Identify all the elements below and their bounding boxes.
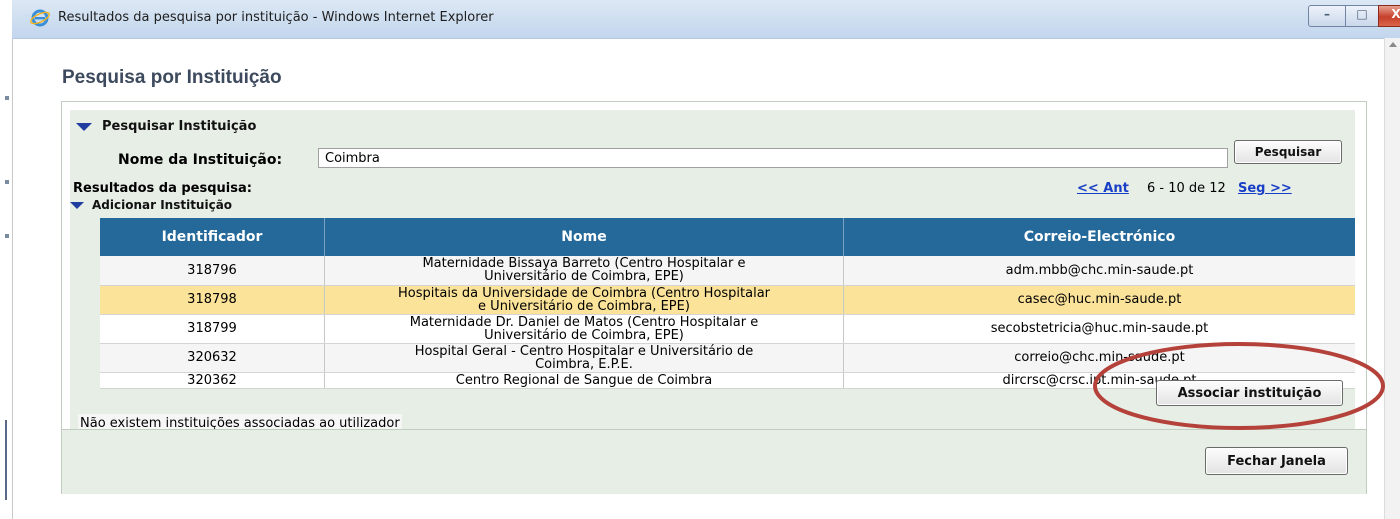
table-row-selected[interactable]: 318798 Hospitais da Universidade de Coim… [100, 285, 1355, 315]
internet-explorer-icon [30, 9, 50, 27]
cell-id: 318796 [100, 256, 325, 286]
cell-email: secobstetricia@huc.min-saude.pt [843, 314, 1355, 344]
table-row[interactable]: 320632 Hospital Geral - Centro Hospitala… [100, 343, 1355, 373]
edge-mark [5, 180, 9, 184]
cell-id: 318799 [100, 314, 325, 344]
cell-nome: Hospital Geral - Centro Hospitalar e Uni… [324, 343, 844, 373]
column-header-email[interactable]: Correio-Electrónico [843, 218, 1355, 256]
vertical-scrollbar[interactable] [1384, 38, 1400, 519]
minimize-button[interactable]: – [1308, 5, 1346, 27]
search-panel-body: Pesquisar Instituição Nome da Instituiçã… [70, 110, 1355, 433]
maximize-button[interactable]: □ [1345, 5, 1379, 27]
cell-nome: Maternidade Bissaya Barreto (Centro Hosp… [324, 256, 844, 286]
cell-nome: Maternidade Dr. Daniel de Matos (Centro … [324, 314, 844, 344]
cell-nome: Hospitais da Universidade de Coimbra (Ce… [324, 285, 844, 315]
cell-email: casec@huc.min-saude.pt [843, 285, 1355, 315]
window-title: Resultados da pesquisa por instituição -… [58, 10, 494, 25]
search-button[interactable]: Pesquisar [1234, 140, 1342, 164]
edge-mark [5, 234, 9, 238]
search-panel: Pesquisar Instituição Nome da Instituiçã… [61, 101, 1367, 494]
collapse-triangle-icon[interactable] [76, 122, 92, 131]
next-page-link[interactable]: Seg >> [1238, 181, 1292, 196]
column-header-nome[interactable]: Nome [324, 218, 844, 256]
cell-id: 320632 [100, 343, 325, 373]
add-institution-title: Adicionar Instituição [92, 198, 233, 212]
page-range: 6 - 10 de 12 [1146, 181, 1226, 196]
cell-email: adm.mbb@chc.min-saude.pt [843, 256, 1355, 286]
institution-name-input[interactable] [318, 148, 1228, 168]
close-window-form-button[interactable]: Fechar Janela [1205, 447, 1348, 475]
close-icon: X [1391, 7, 1400, 21]
cell-email: correio@chc.min-saude.pt [843, 343, 1355, 373]
edge-mark [5, 420, 7, 500]
table-row[interactable]: 318799 Maternidade Dr. Daniel de Matos (… [100, 314, 1355, 344]
associate-institution-button[interactable]: Associar instituição [1156, 380, 1343, 406]
search-section-title: Pesquisar Instituição [102, 119, 257, 134]
cell-id: 320362 [100, 372, 325, 389]
screen-left-edge [0, 0, 13, 519]
window-titlebar: Resultados da pesquisa por instituição -… [12, 0, 1400, 39]
institution-name-label: Nome da Instituição: [118, 152, 283, 168]
close-window-button[interactable]: X [1378, 5, 1400, 27]
cell-id: 318798 [100, 285, 325, 315]
scroll-up-icon[interactable] [1389, 42, 1397, 47]
results-table: Identificador Nome Correio-Electrónico 3… [100, 218, 1355, 389]
page-title: Pesquisa por Instituição [62, 67, 282, 88]
maximize-icon: □ [1356, 7, 1368, 21]
results-label: Resultados da pesquisa: [73, 181, 252, 196]
cell-nome: Centro Regional de Sangue de Coimbra [324, 372, 844, 389]
search-section-header[interactable]: Pesquisar Instituição [76, 119, 256, 134]
table-header-row: Identificador Nome Correio-Electrónico [100, 218, 1355, 256]
minimize-icon: – [1324, 7, 1330, 21]
edge-mark [5, 96, 9, 100]
add-institution-header[interactable]: Adicionar Instituição [70, 198, 232, 212]
panel-footer: Fechar Janela [62, 429, 1366, 494]
column-header-identificador[interactable]: Identificador [100, 218, 325, 256]
collapse-triangle-icon[interactable] [70, 201, 84, 209]
pager: << Ant 6 - 10 de 12 Seg >> [1077, 181, 1292, 196]
table-row[interactable]: 318796 Maternidade Bissaya Barreto (Cent… [100, 256, 1355, 286]
previous-page-link[interactable]: << Ant [1077, 181, 1129, 196]
